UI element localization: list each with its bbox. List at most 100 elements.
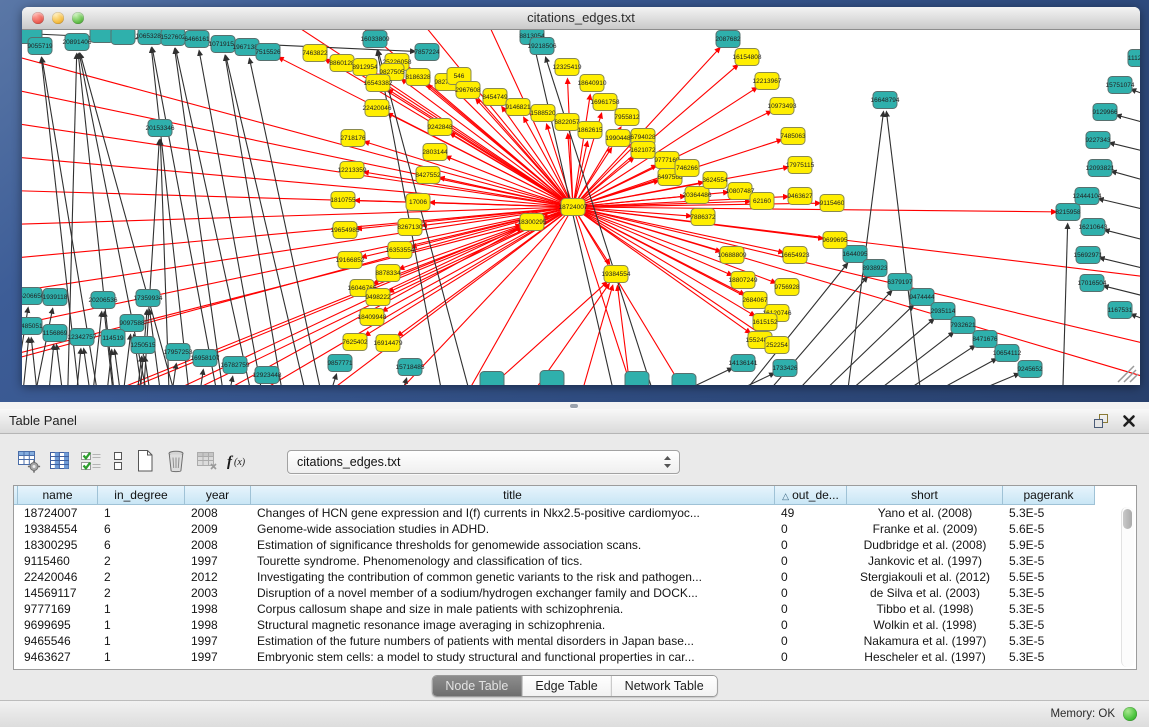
graph-node[interactable]: 16782759 xyxy=(221,357,250,374)
graph-node[interactable]: 9463627 xyxy=(787,188,813,205)
graph-node[interactable]: 2967608 xyxy=(455,82,481,99)
table-cell[interactable]: de Silva et al. (2003) xyxy=(847,585,1003,601)
delete-table-icon[interactable] xyxy=(163,448,189,474)
table-cell[interactable]: 0 xyxy=(775,553,847,569)
graph-node[interactable]: 17359934 xyxy=(134,290,163,307)
graph-node[interactable]: 9242848 xyxy=(427,119,453,136)
table-cell[interactable]: 9777169 xyxy=(18,601,98,617)
graph-node[interactable]: 18300295 xyxy=(518,214,547,231)
table-cell[interactable]: 0 xyxy=(775,537,847,553)
graph-node[interactable]: 17006 xyxy=(406,194,430,211)
graph-node[interactable]: 16033809 xyxy=(361,31,390,48)
graph-node[interactable]: 9097588 xyxy=(119,315,145,332)
graph-node[interactable]: 252254 xyxy=(765,337,789,354)
table-cell[interactable]: Franke et al. (2009) xyxy=(847,521,1003,537)
table-cell[interactable]: 2008 xyxy=(185,505,251,521)
graph-node[interactable]: 9498222 xyxy=(365,289,391,306)
graph-node[interactable]: 7463822 xyxy=(302,45,328,62)
table-cell[interactable]: 5.3E-5 xyxy=(1003,553,1095,569)
table-cell[interactable]: Jankovic et al. (1997) xyxy=(847,553,1003,569)
table-cell[interactable]: 22420046 xyxy=(18,569,98,585)
minimize-button[interactable] xyxy=(52,12,64,24)
table-cell[interactable]: 9465546 xyxy=(18,633,98,649)
table-selector-dropdown[interactable]: citations_edges.txt xyxy=(287,450,680,474)
table-cell[interactable]: 0 xyxy=(775,521,847,537)
table-cell[interactable]: 18300295 xyxy=(18,537,98,553)
graph-node[interactable]: 15751074 xyxy=(1106,77,1135,94)
table-cell[interactable]: 1 xyxy=(98,649,185,665)
table-row[interactable]: 1830029562008Estimation of significance … xyxy=(14,537,1136,553)
graph-node[interactable]: 9474444 xyxy=(909,289,935,306)
graph-node[interactable]: 746266 xyxy=(675,160,699,177)
graph-node[interactable]: 1588520 xyxy=(530,105,556,122)
graph-node[interactable]: 18409948 xyxy=(358,309,387,326)
graph-node[interactable]: 17016504 xyxy=(1078,275,1107,292)
table-cell[interactable]: 2008 xyxy=(185,537,251,553)
graph-node[interactable]: 12213967 xyxy=(753,73,782,90)
table-cell[interactable]: 1 xyxy=(98,505,185,521)
table-cell[interactable]: 5.3E-5 xyxy=(1003,585,1095,601)
graph-node[interactable]: 12325419 xyxy=(553,59,582,76)
network-window-titlebar[interactable]: citations_edges.txt xyxy=(22,7,1140,30)
graph-node[interactable]: 1156869 xyxy=(43,325,68,342)
graph-node[interactable]: 1621072 xyxy=(630,142,656,159)
graph-node[interactable]: 19166852 xyxy=(336,252,365,269)
graph-node[interactable]: 19654985 xyxy=(331,222,360,239)
table-cell[interactable]: 1997 xyxy=(185,633,251,649)
graph-node[interactable]: 3624554 xyxy=(702,172,728,189)
table-cell[interactable]: 2 xyxy=(98,585,185,601)
table-cell[interactable]: Corpus callosum shape and size in male p… xyxy=(251,601,775,617)
table-cell[interactable]: Investigating the contribution of common… xyxy=(251,569,775,585)
table-cell[interactable]: Nakamura et al. (1997) xyxy=(847,633,1003,649)
table-cell[interactable]: 49 xyxy=(775,505,847,521)
graph-node[interactable]: 7955812 xyxy=(614,109,640,126)
graph-node[interactable]: 9055719 xyxy=(27,38,53,55)
table-cell[interactable]: 5.3E-5 xyxy=(1003,505,1095,521)
graph-node[interactable]: 15692971 xyxy=(1074,247,1103,264)
graph-node[interactable]: 1644095 xyxy=(842,246,868,263)
table-cell[interactable]: 1998 xyxy=(185,601,251,617)
graph-node[interactable]: 1485051 xyxy=(22,318,43,335)
graph-node[interactable] xyxy=(672,374,696,386)
table-cell[interactable]: 5.9E-5 xyxy=(1003,537,1095,553)
column-header-title[interactable]: title xyxy=(251,486,775,505)
table-row[interactable]: 969969511998Structural magnetic resonanc… xyxy=(14,617,1136,633)
table-cell[interactable]: 1 xyxy=(98,633,185,649)
table-cell[interactable]: 9463627 xyxy=(18,649,98,665)
graph-node[interactable]: 2718176 xyxy=(340,130,366,147)
graph-node[interactable]: 17975115 xyxy=(786,157,815,174)
graph-node[interactable]: 6822057 xyxy=(554,114,580,131)
graph-node[interactable]: 16654923 xyxy=(781,247,810,264)
table-cell[interactable]: Estimation of the future numbers of pati… xyxy=(251,633,775,649)
graph-node[interactable]: 12342757 xyxy=(68,329,97,346)
table-cell[interactable]: 0 xyxy=(775,617,847,633)
graph-node[interactable]: 10688809 xyxy=(718,247,747,264)
column-chooser-icon[interactable] xyxy=(109,448,127,474)
graph-node[interactable]: 6466161 xyxy=(184,31,210,48)
graph-node[interactable]: 20206536 xyxy=(89,292,118,309)
graph-node[interactable]: 9245652 xyxy=(1017,361,1043,378)
graph-node[interactable]: 7485063 xyxy=(780,128,806,145)
table-row[interactable]: 1872400712008Changes of HCN gene express… xyxy=(14,505,1136,521)
table-cell[interactable]: 1 xyxy=(98,601,185,617)
graph-node[interactable]: 8878334 xyxy=(375,265,401,282)
graph-node[interactable]: 12444104 xyxy=(1073,188,1102,205)
graph-node[interactable]: 16353554 xyxy=(386,242,415,259)
table-row[interactable]: 946554611997Estimation of the future num… xyxy=(14,633,1136,649)
table-scrollbar-thumb[interactable] xyxy=(1123,509,1132,529)
graph-node[interactable]: 2935114 xyxy=(931,303,956,320)
table-cell[interactable]: Wolkin et al. (1998) xyxy=(847,617,1003,633)
graph-node[interactable]: 25206650 xyxy=(22,288,45,305)
graph-node[interactable]: 16543382 xyxy=(364,75,393,92)
table-cell[interactable]: 2 xyxy=(98,553,185,569)
graph-node[interactable]: 6379197 xyxy=(887,274,913,291)
graph-node[interactable]: 16958107 xyxy=(191,350,220,367)
table-cell[interactable]: 2012 xyxy=(185,569,251,585)
graph-node[interactable] xyxy=(480,372,504,386)
graph-node[interactable]: 12923448 xyxy=(253,367,282,384)
graph-node[interactable]: 8912954 xyxy=(352,59,378,76)
graph-node[interactable]: 1990448 xyxy=(605,130,631,147)
table-cell[interactable]: 2003 xyxy=(185,585,251,601)
column-header-in_degree[interactable]: in_degree xyxy=(98,486,185,505)
function-builder-icon[interactable]: f(x) xyxy=(225,448,251,474)
